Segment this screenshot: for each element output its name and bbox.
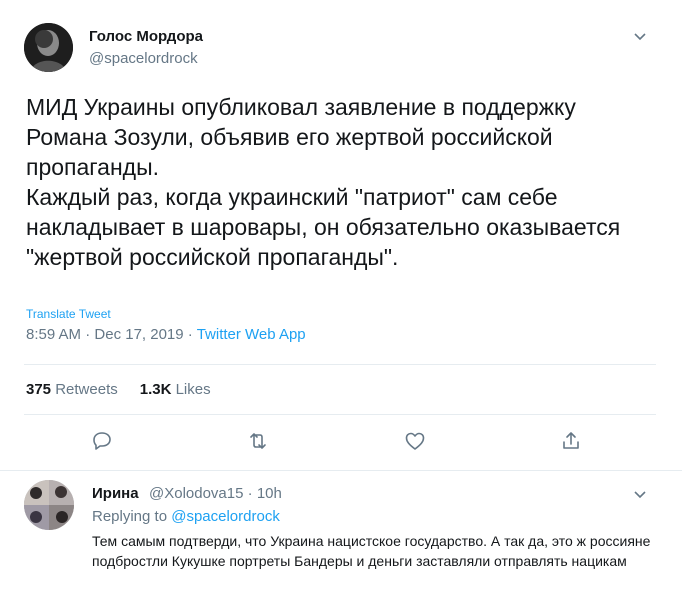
reply-author-name[interactable]: Ирина <box>92 485 139 502</box>
tweet-stats: 375 Retweets 1.3K Likes <box>26 381 211 398</box>
retweets-stat[interactable]: 375 Retweets <box>26 381 118 398</box>
author-avatar[interactable] <box>24 23 73 72</box>
reply-author-handle[interactable]: @Xolodova15 <box>149 485 243 502</box>
author-name[interactable]: Голос Мордора <box>89 28 203 45</box>
reply-icon[interactable] <box>90 429 114 453</box>
reply-author-meta: @Xolodova15 · 10h <box>149 485 282 502</box>
replying-to-mention[interactable]: @spacelordrock <box>171 508 280 525</box>
likes-stat[interactable]: 1.3K Likes <box>140 381 211 398</box>
tweet-date[interactable]: Dec 17, 2019 <box>94 326 183 343</box>
likes-count: 1.3K <box>139 381 172 398</box>
like-icon[interactable] <box>403 429 427 453</box>
tweet-time[interactable]: 8:59 AM <box>26 326 81 343</box>
tweet-source-app[interactable]: Twitter Web App <box>197 326 306 343</box>
author-handle[interactable]: @spacelordrock <box>89 50 198 67</box>
tweet-text: МИД Украины опубликовал заявление в подд… <box>26 94 621 270</box>
meta-separator: · <box>85 326 91 343</box>
retweets-label: Retweets <box>55 381 118 398</box>
tweet-meta: 8:59 AM · Dec 17, 2019 · Twitter Web App <box>26 326 306 343</box>
likes-label: Likes <box>175 381 211 398</box>
translate-tweet-link[interactable]: Translate Tweet <box>26 307 111 321</box>
avatar-image <box>24 23 73 72</box>
divider <box>24 364 656 365</box>
share-icon[interactable] <box>559 429 583 453</box>
reply-text: Тем самым подтверди, что Украина нацистс… <box>92 533 651 569</box>
chevron-down-icon[interactable] <box>632 28 648 44</box>
chevron-down-icon[interactable] <box>632 486 648 502</box>
replying-prefix: Replying to <box>92 508 168 525</box>
divider <box>24 414 656 415</box>
reply-tweet[interactable]: Ирина @Xolodova15 · 10h Replying to @spa… <box>0 470 682 598</box>
reply-time[interactable]: 10h <box>257 485 282 502</box>
meta-separator: · <box>187 326 193 343</box>
replying-to: Replying to @spacelordrock <box>92 508 280 525</box>
retweets-count: 375 <box>26 381 52 398</box>
meta-separator: · <box>247 485 253 502</box>
retweet-icon[interactable] <box>246 429 270 453</box>
avatar-image <box>24 480 74 530</box>
reply-author-avatar[interactable] <box>24 480 74 530</box>
